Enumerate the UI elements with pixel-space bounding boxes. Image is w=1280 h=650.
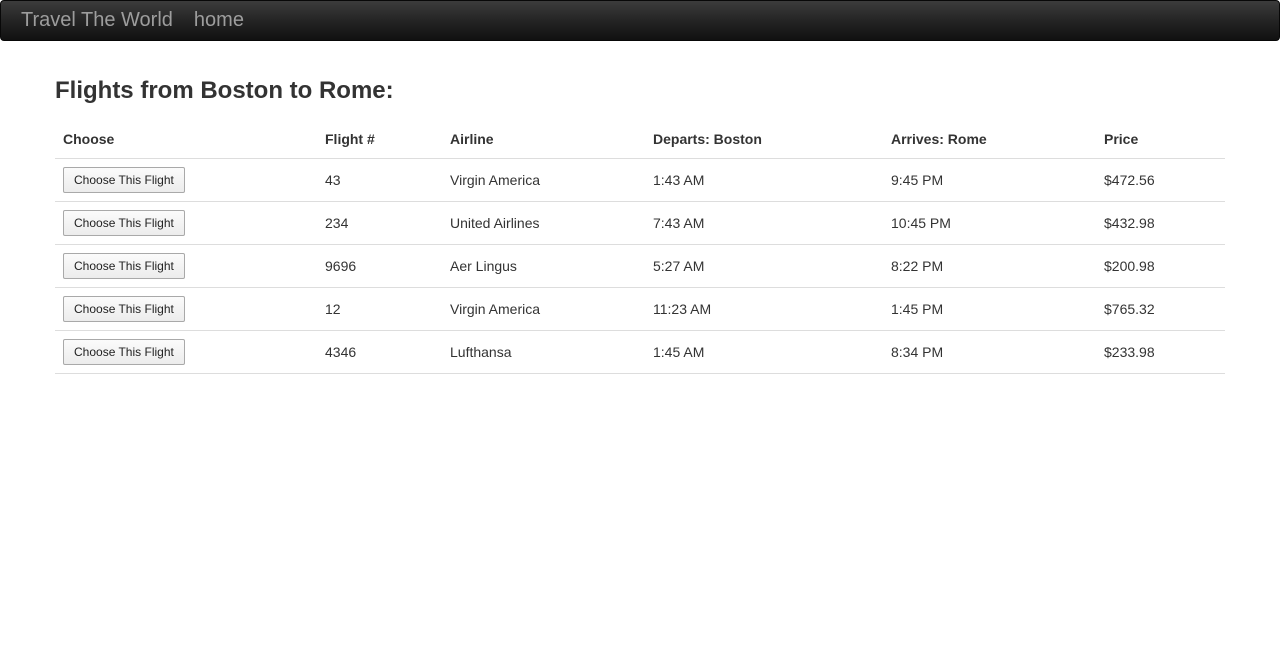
choose-cell: Choose This Flight	[55, 201, 317, 245]
price-cell: $765.32	[1096, 287, 1225, 331]
table-row: Choose This Flight 4346 Lufthansa 1:45 A…	[55, 330, 1225, 374]
header-airline: Airline	[442, 120, 645, 159]
table-row: Choose This Flight 12 Virgin America 11:…	[55, 287, 1225, 331]
airline-cell: Virgin America	[442, 158, 645, 202]
choose-flight-button[interactable]: Choose This Flight	[63, 209, 185, 236]
arrives-cell: 10:45 PM	[883, 201, 1096, 245]
arrives-cell: 8:22 PM	[883, 244, 1096, 288]
airline-cell: Lufthansa	[442, 330, 645, 374]
header-row: Choose Flight # Airline Departs: Boston …	[55, 120, 1225, 159]
flight-number-cell: 9696	[317, 244, 442, 288]
flight-number-cell: 12	[317, 287, 442, 331]
airline-cell: United Airlines	[442, 201, 645, 245]
departs-cell: 7:43 AM	[645, 201, 883, 245]
departs-cell: 1:43 AM	[645, 158, 883, 202]
table-row: Choose This Flight 43 Virgin America 1:4…	[55, 158, 1225, 202]
table-row: Choose This Flight 234 United Airlines 7…	[55, 201, 1225, 245]
arrives-cell: 1:45 PM	[883, 287, 1096, 331]
table-row: Choose This Flight 9696 Aer Lingus 5:27 …	[55, 244, 1225, 288]
choose-cell: Choose This Flight	[55, 244, 317, 288]
price-cell: $432.98	[1096, 201, 1225, 245]
header-choose: Choose	[55, 120, 317, 159]
price-cell: $233.98	[1096, 330, 1225, 374]
airline-cell: Aer Lingus	[442, 244, 645, 288]
page-title: Flights from Boston to Rome:	[55, 77, 394, 104]
choose-flight-button[interactable]: Choose This Flight	[63, 295, 185, 322]
top-navbar: Travel The World home	[0, 0, 1280, 41]
departs-cell: 5:27 AM	[645, 244, 883, 288]
choose-cell: Choose This Flight	[55, 287, 317, 331]
departs-cell: 11:23 AM	[645, 287, 883, 331]
flights-table-body: Choose This Flight 43 Virgin America 1:4…	[55, 158, 1225, 374]
brand-link[interactable]: Travel The World	[21, 9, 173, 32]
flights-table: Choose Flight # Airline Departs: Boston …	[55, 120, 1225, 374]
flight-number-cell: 43	[317, 158, 442, 202]
choose-cell: Choose This Flight	[55, 330, 317, 374]
choose-flight-button[interactable]: Choose This Flight	[63, 252, 185, 279]
arrives-cell: 9:45 PM	[883, 158, 1096, 202]
flight-number-cell: 234	[317, 201, 442, 245]
header-departs: Departs: Boston	[645, 120, 883, 159]
departs-cell: 1:45 AM	[645, 330, 883, 374]
header-flight-number: Flight #	[317, 120, 442, 159]
price-cell: $472.56	[1096, 158, 1225, 202]
arrives-cell: 8:34 PM	[883, 330, 1096, 374]
header-price: Price	[1096, 120, 1225, 159]
header-arrives: Arrives: Rome	[883, 120, 1096, 159]
flight-number-cell: 4346	[317, 330, 442, 374]
flights-table-header: Choose Flight # Airline Departs: Boston …	[55, 120, 1225, 159]
choose-flight-button[interactable]: Choose This Flight	[63, 338, 185, 365]
airline-cell: Virgin America	[442, 287, 645, 331]
choose-cell: Choose This Flight	[55, 158, 317, 202]
choose-flight-button[interactable]: Choose This Flight	[63, 166, 185, 193]
nav-link-home[interactable]: home	[194, 9, 244, 32]
price-cell: $200.98	[1096, 244, 1225, 288]
